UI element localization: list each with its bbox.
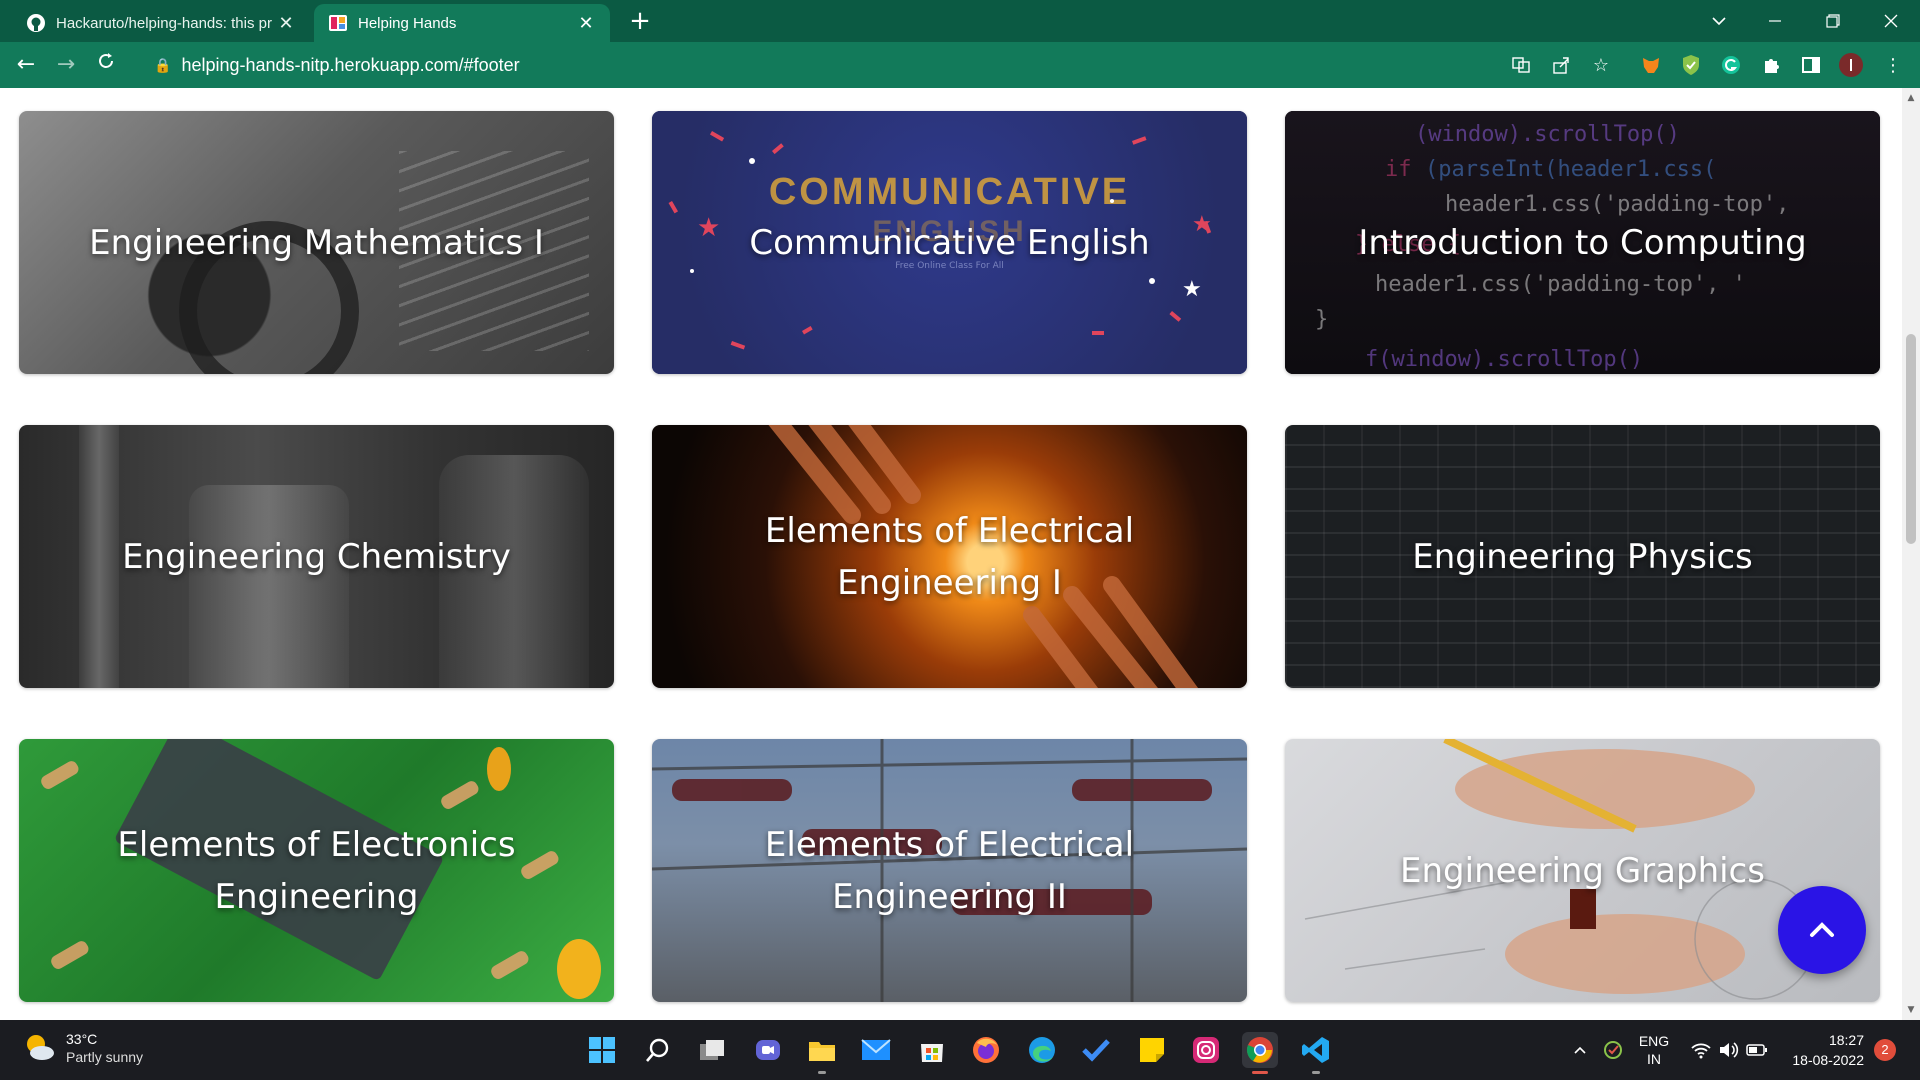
region-code: IN [1647,1051,1661,1067]
browser-tab-bar: Hackaruto/helping-hands: this pr ✕ Helpi… [0,0,1920,42]
side-panel-icon[interactable] [1798,52,1824,78]
forward-arrow-icon[interactable]: → [52,51,80,79]
notification-count-badge[interactable]: 2 [1874,1039,1896,1061]
system-clock[interactable]: 18:27 18-08-2022 [1776,1030,1864,1070]
file-explorer-icon[interactable] [804,1032,840,1074]
microsoft-store-icon[interactable] [914,1032,950,1068]
beaker-image [189,485,349,688]
scroll-up-arrow-icon[interactable]: ▲ [1902,90,1920,106]
close-icon[interactable]: ✕ [276,13,296,34]
tab-search-chevron-icon[interactable] [1694,0,1744,42]
grammarly-extension-icon[interactable] [1718,52,1744,78]
share-icon[interactable] [1548,52,1574,78]
todo-checkmark-icon[interactable] [1078,1032,1114,1068]
page-content: Engineering Mathematics I COMMUNICATIVE … [0,88,1902,1020]
svg-text:if: if [1385,157,1412,182]
wifi-icon[interactable] [1688,1020,1714,1080]
new-tab-button[interactable]: + [624,6,656,38]
partly-sunny-icon [27,1035,54,1060]
tab-title: Helping Hands [358,14,457,32]
show-hidden-icons-chevron-icon[interactable] [1568,1020,1592,1080]
shield-extension-icon[interactable] [1678,52,1704,78]
windows-taskbar: 33°C Partly sunny ENG IN 18:27 18-08-202… [0,1020,1920,1080]
github-icon [26,13,46,33]
instagram-icon[interactable] [1188,1032,1224,1068]
course-card-electrical-engineering-2[interactable]: Elements of Electrical Engineering II [652,739,1247,1002]
restore-icon[interactable] [1808,0,1858,42]
lock-icon: 🔒 [154,56,172,73]
close-icon[interactable]: ✕ [576,13,596,34]
teams-chat-icon[interactable] [750,1032,786,1068]
svg-text:★: ★ [697,213,720,243]
extensions-puzzle-icon[interactable] [1758,52,1784,78]
minimize-icon[interactable] [1750,0,1800,42]
course-title: Engineering Physics [1412,536,1753,577]
chrome-browser-icon[interactable] [1242,1032,1278,1074]
reload-icon[interactable] [92,51,120,79]
weather-temperature: 33°C [66,1031,98,1047]
start-windows-icon[interactable] [584,1032,620,1068]
course-title: Elements of Electrical Engineering I [764,510,1135,603]
translate-icon[interactable] [1508,52,1534,78]
scroll-down-arrow-icon[interactable]: ▼ [1902,1002,1920,1018]
course-card-engineering-physics[interactable]: Engineering Physics [1285,425,1880,688]
tab-title: Hackaruto/helping-hands: this pr [56,14,272,32]
tab-helping-hands[interactable]: Helping Hands ✕ [314,4,610,42]
menu-kebab-icon[interactable]: ⋮ [1880,52,1906,78]
battery-icon[interactable] [1744,1020,1770,1080]
course-card-electronics-engineering[interactable]: Elements of Electronics Engineering [19,739,614,1002]
vscode-icon[interactable] [1298,1032,1334,1074]
bookmark-star-icon[interactable]: ☆ [1588,52,1614,78]
svg-text:(parseInt(header1.css(: (parseInt(header1.css( [1425,157,1716,182]
course-title: Introduction to Computing [1358,222,1807,263]
search-icon[interactable] [640,1032,676,1068]
url-text: helping-hands-nitp.herokuapp.com/#footer [181,54,520,75]
firefox-icon[interactable] [968,1032,1004,1068]
sticky-notes-icon[interactable] [1134,1032,1170,1068]
close-window-icon[interactable] [1866,0,1916,42]
svg-text:}: } [1315,307,1328,332]
chevron-up-icon [1810,922,1834,937]
course-title: Engineering Mathematics I [89,222,544,263]
svg-text:★: ★ [1182,277,1202,302]
course-card-communicative-english[interactable]: COMMUNICATIVE ENGLISH Free Online Class … [652,111,1247,374]
svg-text:f(window).scrollTop(): f(window).scrollTop() [1365,347,1643,372]
svg-text:header1.css('padding-top',: header1.css('padding-top', [1445,192,1789,217]
course-card-engineering-chemistry[interactable]: Engineering Chemistry [19,425,614,688]
course-title: Engineering Chemistry [122,536,511,577]
back-to-top-button[interactable] [1778,886,1866,974]
scrollbar-thumb[interactable] [1906,334,1916,544]
metamask-extension-icon[interactable] [1638,52,1664,78]
profile-avatar[interactable] [1838,52,1864,78]
course-card-engineering-graphics[interactable]: Engineering Graphics [1285,739,1880,1002]
svg-text:★: ★ [1192,212,1212,237]
course-title: Communicative English [749,222,1150,263]
language-indicator[interactable]: ENG IN [1636,1020,1672,1080]
task-view-icon[interactable] [694,1032,730,1068]
browser-toolbar: ← → 🔒 helping-hands-nitp.herokuapp.com/#… [0,42,1920,88]
clock-time: 18:27 [1828,1032,1864,1048]
address-bar[interactable]: 🔒 helping-hands-nitp.herokuapp.com/#foot… [140,48,1650,82]
course-title: Elements of Electronics Engineering [117,824,516,917]
page-scrollbar[interactable]: ▲ ▼ [1902,88,1920,1020]
clock-date: 18-08-2022 [1792,1052,1864,1068]
weather-description: Partly sunny [66,1049,144,1065]
antivirus-tray-icon[interactable] [1598,1020,1628,1080]
volume-icon[interactable] [1716,1020,1742,1080]
course-card-introduction-to-computing[interactable]: (window).scrollTop() if (parseInt(header1… [1285,111,1880,374]
svg-text:(window).scrollTop(): (window).scrollTop() [1415,122,1680,147]
svg-text:header1.css('padding-top', ': header1.css('padding-top', ' [1375,272,1746,297]
tab-github[interactable]: Hackaruto/helping-hands: this pr ✕ [12,4,310,42]
weather-widget[interactable]: 33°C Partly sunny [22,1030,143,1066]
helping-hands-favicon-icon [328,13,348,33]
course-card-engineering-mathematics[interactable]: Engineering Mathematics I [19,111,614,374]
edge-browser-icon[interactable] [1024,1032,1060,1068]
course-card-electrical-engineering-1[interactable]: Elements of Electrical Engineering I [652,425,1247,688]
course-title: Elements of Electrical Engineering II [764,824,1135,917]
course-title: Engineering Graphics [1400,850,1765,891]
back-arrow-icon[interactable]: ← [12,51,40,79]
mail-icon[interactable] [858,1032,894,1068]
language-code: ENG [1638,1033,1670,1049]
